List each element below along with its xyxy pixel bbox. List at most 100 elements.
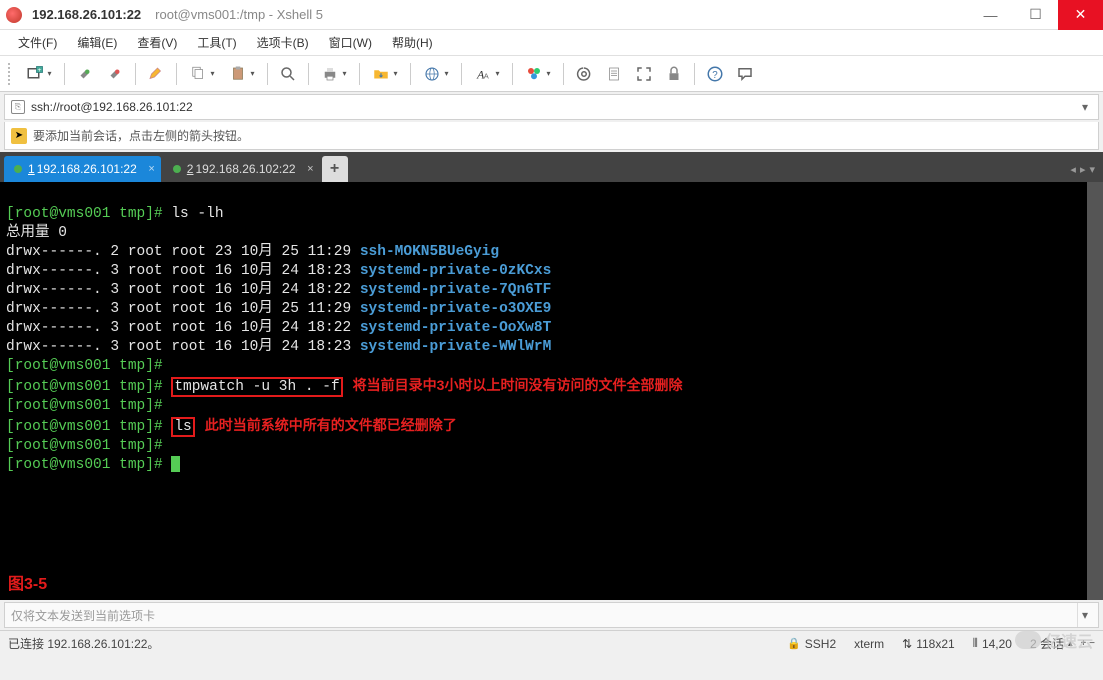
hint-text: 要添加当前会话，点击左侧的箭头按钮。 — [33, 127, 249, 144]
cloud-icon — [1015, 631, 1041, 649]
paste-button[interactable] — [223, 60, 261, 88]
fullscreen-button[interactable] — [630, 60, 658, 88]
status-size: ⇅ 118x21 — [902, 637, 955, 651]
color-scheme-button[interactable] — [519, 60, 557, 88]
menu-edit[interactable]: 编辑(E) — [69, 31, 125, 54]
hint-bar: ➤ 要添加当前会话，点击左侧的箭头按钮。 — [4, 122, 1099, 150]
folder-transfer-icon — [372, 65, 390, 83]
menu-tools[interactable]: 工具(T) — [189, 31, 244, 54]
scroll-icon — [605, 65, 623, 83]
globe-icon — [423, 65, 441, 83]
disconnect-button[interactable] — [101, 60, 129, 88]
tab-menu-icon[interactable]: ▾ — [1089, 163, 1095, 176]
position-icon: ⦀ — [973, 636, 978, 651]
status-protocol: 🔒SSH2 — [787, 637, 836, 651]
figure-label: 图3-5 — [8, 575, 47, 594]
window-controls: — ☐ ✕ — [968, 0, 1103, 30]
browser-button[interactable] — [417, 60, 455, 88]
dir-name: ssh-MOKN5BUeGyig — [360, 244, 499, 260]
scrollbar-thumb[interactable] — [1087, 182, 1103, 600]
copy-button[interactable] — [183, 60, 221, 88]
font-button[interactable]: AA — [468, 60, 506, 88]
send-placeholder: 仅将文本发送到当前选项卡 — [11, 607, 155, 624]
print-button[interactable] — [315, 60, 353, 88]
watermark: 亿速云 — [1015, 628, 1093, 652]
unplug-icon — [106, 65, 124, 83]
toolbar: + AA — [0, 56, 1103, 92]
tab-scroll-right-icon[interactable]: ▸ — [1080, 163, 1086, 176]
feedback-button[interactable] — [731, 60, 759, 88]
annotation-text: 此时当前系统中所有的文件都已经删除了 — [205, 417, 457, 433]
copy-icon — [189, 65, 207, 83]
prompt: [root@vms001 tmp]# — [6, 206, 171, 222]
output-line: drwx------. 3 root root 16 10月 24 18:23 — [6, 339, 360, 355]
script-button[interactable] — [570, 60, 598, 88]
minimize-button[interactable]: — — [968, 0, 1013, 30]
prompt: [root@vms001 tmp]# — [6, 457, 171, 473]
output-line: drwx------. 3 root root 16 10月 24 18:23 — [6, 263, 360, 279]
toolbar-handle[interactable] — [8, 63, 14, 85]
maximize-button[interactable]: ☐ — [1013, 0, 1058, 30]
tab-session-2[interactable]: 2 192.168.26.102:22 × — [163, 156, 320, 182]
tab-hotkey: 1 — [28, 162, 35, 176]
lock-button[interactable] — [660, 60, 688, 88]
help-button[interactable]: ? — [701, 60, 729, 88]
tab-label: 192.168.26.102:22 — [195, 162, 295, 176]
plug-icon — [76, 65, 94, 83]
log-button[interactable] — [600, 60, 628, 88]
menu-window[interactable]: 窗口(W) — [321, 31, 380, 54]
menu-file[interactable]: 文件(F) — [10, 31, 65, 54]
menu-help[interactable]: 帮助(H) — [384, 31, 441, 54]
menu-view[interactable]: 查看(V) — [129, 31, 185, 54]
dir-name: systemd-private-OoXw8T — [360, 320, 551, 336]
new-window-icon: + — [26, 65, 44, 83]
scrollbar-track[interactable] — [1087, 182, 1103, 600]
address-dropdown[interactable]: ▾ — [1078, 100, 1092, 114]
terminal-pane[interactable]: [root@vms001 tmp]# ls -lh 总用量 0 drwx----… — [0, 182, 1103, 600]
svg-text:A: A — [484, 71, 489, 80]
dir-name: systemd-private-7Qn6TF — [360, 282, 551, 298]
reconnect-button[interactable] — [71, 60, 99, 88]
send-input-bar[interactable]: 仅将文本发送到当前选项卡 ▾ — [4, 602, 1099, 628]
dir-name: systemd-private-o3OXE9 — [360, 301, 551, 317]
dir-name: systemd-private-WWlWrM — [360, 339, 551, 355]
lock-icon: 🔒 — [787, 637, 801, 650]
tab-session-1[interactable]: 1 192.168.26.101:22 × — [4, 156, 161, 182]
output-line: drwx------. 3 root root 16 10月 24 18:22 — [6, 320, 360, 336]
tab-close-icon[interactable]: × — [307, 163, 313, 175]
annotation-text: 将当前目录中3小时以上时间没有访问的文件全部删除 — [353, 377, 683, 393]
xftp-button[interactable] — [366, 60, 404, 88]
new-session-button[interactable]: + — [20, 60, 58, 88]
tab-hotkey: 2 — [187, 162, 194, 176]
menubar: 文件(F) 编辑(E) 查看(V) 工具(T) 选项卡(B) 窗口(W) 帮助(… — [0, 30, 1103, 56]
dir-name: systemd-private-0zKCxs — [360, 263, 551, 279]
find-button[interactable] — [274, 60, 302, 88]
tab-scroll-left-icon[interactable]: ◂ — [1070, 163, 1076, 176]
output-line: 总用量 0 — [6, 225, 67, 241]
font-icon: AA — [474, 65, 492, 83]
search-icon — [279, 65, 297, 83]
svg-text:?: ? — [712, 69, 718, 80]
svg-text:+: + — [38, 66, 42, 73]
address-bar[interactable]: ⎘ ssh://root@192.168.26.101:22 ▾ — [4, 94, 1099, 120]
close-button[interactable]: ✕ — [1058, 0, 1103, 30]
menu-tabs[interactable]: 选项卡(B) — [249, 31, 317, 54]
send-mode-dropdown[interactable]: ▾ — [1077, 603, 1092, 627]
output-line: drwx------. 3 root root 16 10月 25 11:29 — [6, 301, 360, 317]
command-text: ls -lh — [171, 206, 223, 222]
hint-arrow-icon[interactable]: ➤ — [11, 128, 27, 144]
tab-close-icon[interactable]: × — [148, 163, 154, 175]
properties-button[interactable] — [142, 60, 170, 88]
prompt: [root@vms001 tmp]# — [6, 379, 171, 395]
address-text: ssh://root@192.168.26.101:22 — [31, 100, 1078, 114]
titlebar: 192.168.26.101:22 root@vms001:/tmp - Xsh… — [0, 0, 1103, 30]
fullscreen-icon — [635, 65, 653, 83]
pencil-icon — [147, 65, 165, 83]
highlighted-command: ls — [171, 417, 194, 437]
cursor-icon — [171, 456, 180, 472]
tab-add-button[interactable]: + — [322, 156, 348, 182]
status-connection: 已连接 192.168.26.101:22。 — [8, 635, 159, 652]
tab-label: 192.168.26.101:22 — [37, 162, 137, 176]
status-bar: 已连接 192.168.26.101:22。 🔒SSH2 xterm ⇅ 118… — [0, 630, 1103, 656]
status-dot-icon — [14, 165, 22, 173]
